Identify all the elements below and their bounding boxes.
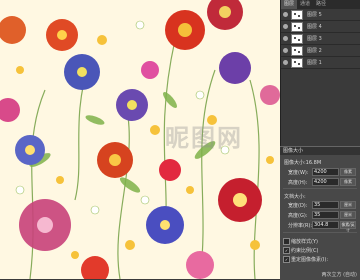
- doc-height-unit-select[interactable]: 厘米: [340, 211, 356, 219]
- layer-row[interactable]: 图层 4: [281, 21, 360, 33]
- image-size-label: 图像大小:16.8M: [284, 160, 322, 166]
- resolution-unit-select[interactable]: 像素/英寸: [340, 221, 356, 233]
- resample-checkbox[interactable]: ✓: [283, 256, 290, 263]
- eye-icon[interactable]: [283, 36, 288, 41]
- layer-name: 图层 1: [307, 60, 322, 66]
- image-size-dialog: 图像大小 图像大小:16.8M 宽度(W): 4200 像素 高度(H): 42…: [280, 146, 360, 280]
- divider: [283, 188, 357, 189]
- eye-icon[interactable]: [283, 24, 288, 29]
- document-canvas[interactable]: 昵图网: [0, 0, 280, 279]
- height-label: 高度(H):: [288, 180, 308, 186]
- layer-name: 图层 3: [307, 36, 322, 42]
- width-label: 宽度(W):: [288, 170, 309, 176]
- layer-thumbnail: [291, 33, 303, 44]
- panel-tabs: 图层 通道 路径: [281, 0, 360, 9]
- resolution-row: 分辨率(R): 304.8 像素/英寸: [280, 220, 360, 233]
- scale-styles-label: 缩放样式(Y): [291, 239, 318, 245]
- eye-icon[interactable]: [283, 60, 288, 65]
- eye-icon[interactable]: [283, 12, 288, 17]
- layer-row[interactable]: 图层 1: [281, 57, 360, 69]
- divider: [283, 232, 357, 233]
- doc-height-row: 高度(G): 35 厘米: [280, 210, 360, 219]
- layer-name: 图层 4: [307, 24, 322, 30]
- resample-method-select[interactable]: 两次立方 (自动): [322, 271, 358, 278]
- width-unit-select[interactable]: 像素: [340, 168, 356, 176]
- width-input[interactable]: 4200: [312, 168, 339, 176]
- height-unit-select[interactable]: 像素: [340, 178, 356, 186]
- tab-paths[interactable]: 路径: [313, 0, 329, 9]
- layer-thumbnail: [291, 57, 303, 68]
- doc-width-input[interactable]: 35: [312, 201, 339, 209]
- layer-row[interactable]: 图层 3: [281, 33, 360, 45]
- doc-width-label: 宽度(D):: [288, 203, 308, 209]
- constrain-row: ✓ 约束比例(C): [280, 246, 360, 255]
- layer-name: 图层 5: [307, 12, 322, 18]
- doc-size-row: 文档大小:: [280, 191, 360, 200]
- layer-name: 图层 2: [307, 48, 322, 54]
- constrain-checkbox[interactable]: ✓: [283, 247, 290, 254]
- layer-thumbnail: [291, 45, 303, 56]
- layer-thumbnail: [291, 9, 303, 20]
- resolution-input[interactable]: 304.8: [312, 221, 339, 229]
- pixel-height-row: 高度(H): 4200 像素: [280, 177, 360, 186]
- eye-icon[interactable]: [283, 48, 288, 53]
- doc-width-row: 宽度(D): 35 厘米: [280, 200, 360, 209]
- height-input[interactable]: 4200: [312, 178, 339, 186]
- doc-width-unit-select[interactable]: 厘米: [340, 201, 356, 209]
- doc-height-input[interactable]: 35: [312, 211, 339, 219]
- doc-size-label: 文档大小:: [284, 194, 306, 200]
- resample-label: 重定图像像素(I):: [291, 257, 329, 263]
- watermark-text: 昵图网: [165, 124, 243, 152]
- pixel-width-row: 宽度(W): 4200 像素: [280, 167, 360, 176]
- scale-styles-checkbox[interactable]: [283, 238, 290, 245]
- resample-row: ✓ 重定图像像素(I):: [280, 255, 360, 264]
- tab-channels[interactable]: 通道: [297, 0, 313, 9]
- tab-layers[interactable]: 图层: [281, 0, 298, 9]
- resolution-label: 分辨率(R):: [288, 223, 313, 229]
- layer-thumbnail: [291, 21, 303, 32]
- layer-row[interactable]: 图层 2: [281, 45, 360, 57]
- scale-styles-row: 缩放样式(Y): [280, 237, 360, 246]
- doc-height-label: 高度(G):: [288, 213, 308, 219]
- constrain-label: 约束比例(C): [291, 248, 319, 254]
- layer-row[interactable]: 图层 5: [281, 9, 360, 21]
- dialog-title: 图像大小: [280, 147, 360, 155]
- image-size-row: 图像大小:16.8M: [280, 157, 360, 166]
